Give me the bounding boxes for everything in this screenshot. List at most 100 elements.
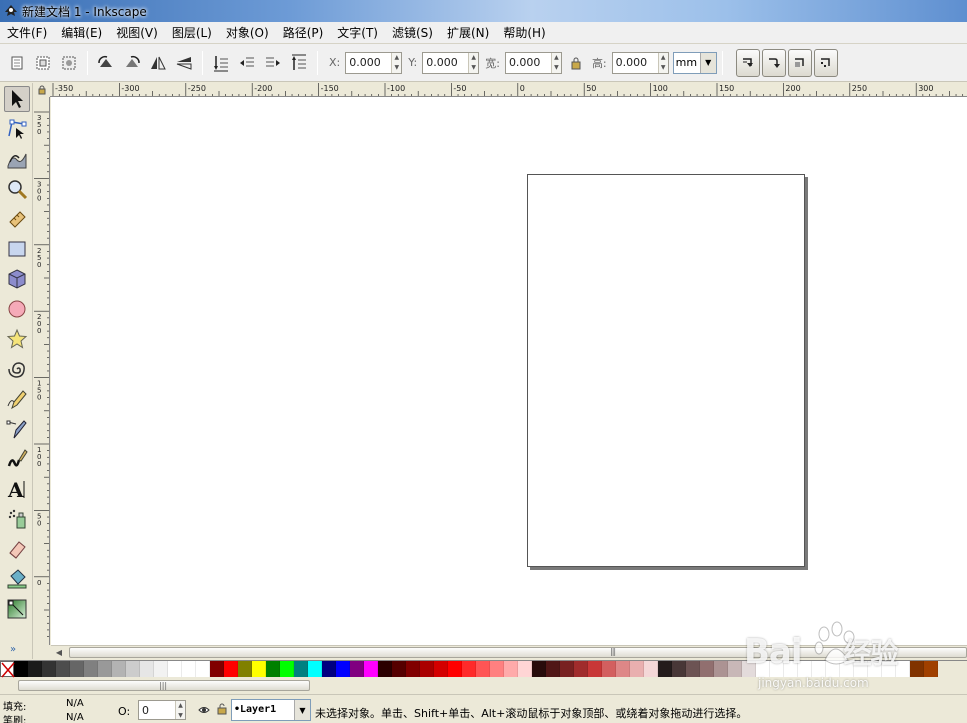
flip-horizontal-button[interactable]: [147, 52, 169, 74]
palette-swatch[interactable]: [826, 661, 840, 677]
select-all-layers-button[interactable]: [32, 52, 54, 74]
palette-swatch[interactable]: [672, 661, 686, 677]
palette-swatch[interactable]: [182, 661, 196, 677]
lock-ratio-icon[interactable]: [570, 56, 582, 70]
palette-swatch[interactable]: [924, 661, 938, 677]
palette-swatch[interactable]: [882, 661, 896, 677]
palette-swatch[interactable]: [560, 661, 574, 677]
palette-swatch[interactable]: [546, 661, 560, 677]
drawing-canvas[interactable]: [51, 97, 967, 645]
palette-swatch[interactable]: [280, 661, 294, 677]
spin-up-icon[interactable]: ▲: [659, 53, 668, 63]
tool-calligraphy[interactable]: [4, 446, 30, 472]
palette-swatch[interactable]: [574, 661, 588, 677]
palette-swatch[interactable]: [630, 661, 644, 677]
palette-scroll-thumb[interactable]: |||: [18, 680, 310, 691]
lock-guides-icon[interactable]: [37, 85, 47, 95]
palette-swatch[interactable]: [504, 661, 518, 677]
horizontal-ruler[interactable]: -350 -300 -250 -200 -150 -100 -50 0 50 100 150 200 2…: [50, 83, 967, 97]
scale-stroke-button[interactable]: [735, 48, 760, 77]
scroll-left-icon[interactable]: ◀: [53, 646, 65, 659]
palette-swatch[interactable]: [854, 661, 868, 677]
tool-selector[interactable]: [4, 86, 30, 112]
palette-swatch[interactable]: [252, 661, 266, 677]
menu-object[interactable]: 对象(O): [219, 22, 276, 44]
spin-down-icon[interactable]: ▼: [469, 63, 478, 73]
palette-swatch[interactable]: [700, 661, 714, 677]
rotate-ccw-button[interactable]: [95, 52, 117, 74]
horizontal-scrollbar[interactable]: ◀ |||: [51, 645, 967, 659]
width-spinbox[interactable]: ▲▼: [504, 51, 562, 74]
menu-layer[interactable]: 图层(L): [165, 22, 219, 44]
palette-swatch[interactable]: [14, 661, 28, 677]
palette-swatch[interactable]: [224, 661, 238, 677]
menu-filters[interactable]: 滤镜(S): [385, 22, 440, 44]
menu-text[interactable]: 文字(T): [330, 22, 385, 44]
palette-swatch[interactable]: [588, 661, 602, 677]
y-spinbox[interactable]: ▲▼: [422, 51, 480, 74]
tool-3d-box[interactable]: [4, 266, 30, 292]
width-field[interactable]: [505, 52, 551, 73]
palette-swatch[interactable]: [42, 661, 56, 677]
palette-swatch[interactable]: [168, 661, 182, 677]
palette-swatch[interactable]: [462, 661, 476, 677]
layer-dropdown[interactable]: •Layer1 ▼: [231, 699, 311, 721]
scrollbar-thumb[interactable]: |||: [69, 647, 967, 658]
palette-swatch[interactable]: [84, 661, 98, 677]
palette-swatch[interactable]: [812, 661, 826, 677]
tool-text[interactable]: A: [4, 476, 30, 502]
raise-button[interactable]: [262, 52, 284, 74]
vertical-ruler[interactable]: 350300250200150100500: [34, 97, 50, 645]
chevron-down-icon[interactable]: ▼: [294, 700, 310, 720]
palette-swatch[interactable]: [98, 661, 112, 677]
palette-swatch[interactable]: [364, 661, 378, 677]
lower-to-bottom-button[interactable]: [210, 52, 232, 74]
palette-swatch[interactable]: [392, 661, 406, 677]
palette-swatch[interactable]: [154, 661, 168, 677]
palette-swatch[interactable]: [378, 661, 392, 677]
layer-visibility-eye-icon[interactable]: [198, 705, 210, 715]
tool-pencil[interactable]: [4, 386, 30, 412]
tool-paint-bucket[interactable]: [4, 566, 30, 592]
tool-eraser[interactable]: [4, 536, 30, 562]
scale-corners-button[interactable]: [761, 48, 786, 77]
lower-button[interactable]: [236, 52, 258, 74]
menu-extensions[interactable]: 扩展(N): [440, 22, 496, 44]
spin-down-icon[interactable]: ▼: [176, 711, 185, 721]
palette-swatch[interactable]: [686, 661, 700, 677]
tool-node[interactable]: [4, 116, 30, 142]
raise-to-top-button[interactable]: [288, 52, 310, 74]
tool-star[interactable]: [4, 326, 30, 352]
palette-swatch[interactable]: [910, 661, 924, 677]
palette-swatch[interactable]: [350, 661, 364, 677]
palette-swatch[interactable]: [448, 661, 462, 677]
flip-vertical-button[interactable]: [173, 52, 195, 74]
no-paint-swatch[interactable]: [0, 661, 15, 678]
palette-swatch[interactable]: [28, 661, 42, 677]
tool-zoom[interactable]: [4, 176, 30, 202]
palette-swatch[interactable]: [476, 661, 490, 677]
palette-swatch[interactable]: [70, 661, 84, 677]
spin-up-icon[interactable]: ▲: [552, 53, 561, 63]
palette-swatch[interactable]: [308, 661, 322, 677]
palette-swatch[interactable]: [784, 661, 798, 677]
menu-view[interactable]: 视图(V): [109, 22, 165, 44]
stroke-value[interactable]: N/A: [66, 712, 84, 723]
height-field[interactable]: [612, 52, 658, 73]
palette-swatch[interactable]: [490, 661, 504, 677]
tool-tweak[interactable]: [4, 146, 30, 172]
palette-swatch[interactable]: [602, 661, 616, 677]
menu-file[interactable]: 文件(F): [0, 22, 54, 44]
palette-swatch[interactable]: [658, 661, 672, 677]
spin-down-icon[interactable]: ▼: [392, 63, 401, 73]
palette-swatch[interactable]: [112, 661, 126, 677]
palette-swatch[interactable]: [756, 661, 770, 677]
palette-swatch[interactable]: [868, 661, 882, 677]
spin-down-icon[interactable]: ▼: [552, 63, 561, 73]
tool-ellipse[interactable]: [4, 296, 30, 322]
transform-patterns-button[interactable]: [813, 48, 838, 77]
layer-lock-icon[interactable]: [217, 703, 227, 715]
palette-swatch[interactable]: [406, 661, 420, 677]
select-all-button[interactable]: [6, 52, 28, 74]
deselect-button[interactable]: [58, 52, 80, 74]
